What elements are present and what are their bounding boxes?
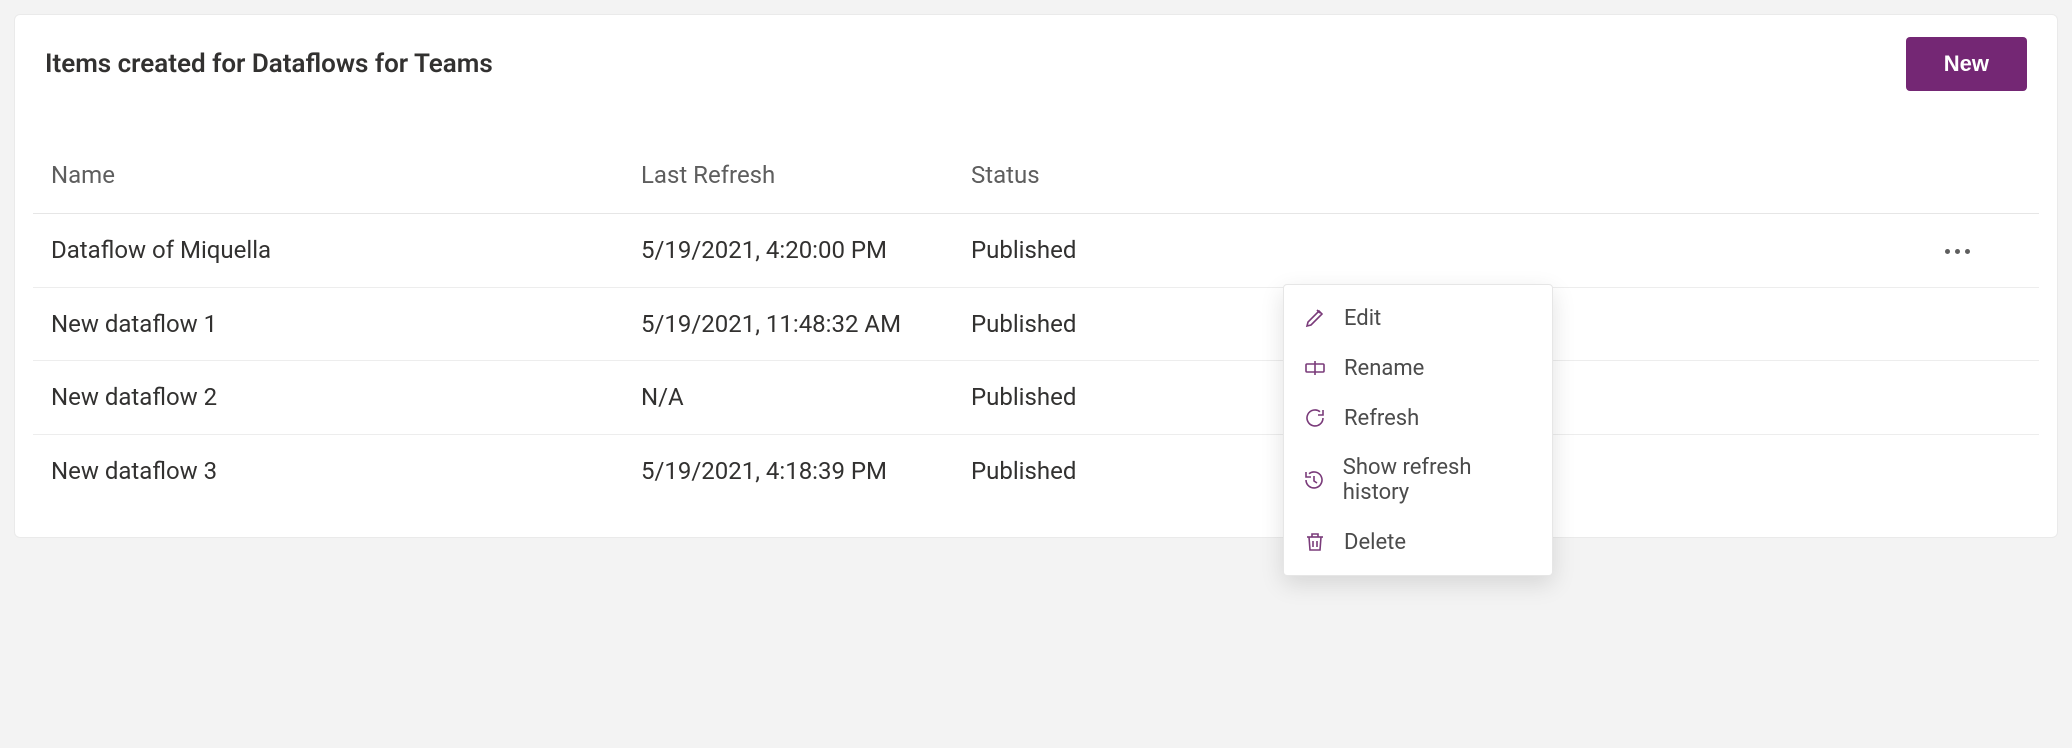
cell-status: Published	[953, 434, 1233, 507]
table-row[interactable]: Dataflow of Miquella5/19/2021, 4:20:00 P…	[33, 214, 2039, 288]
menu-item-label: Show refresh history	[1343, 455, 1534, 505]
card-header: Items created for Dataflows for Teams Ne…	[15, 15, 2057, 91]
cell-name: Dataflow of Miquella	[33, 214, 623, 288]
cell-last-refresh: 5/19/2021, 4:18:39 PM	[623, 434, 953, 507]
cell-last-refresh: N/A	[623, 361, 953, 435]
cell-last-refresh: 5/19/2021, 4:20:00 PM	[623, 214, 953, 288]
table-row[interactable]: New dataflow 15/19/2021, 11:48:32 AMPubl…	[33, 287, 2039, 361]
dataflows-table: Name Last Refresh Status Dataflow of Miq…	[33, 161, 2039, 507]
cell-status: Published	[953, 214, 1233, 288]
row-actions-button[interactable]	[1935, 308, 1979, 342]
table-row[interactable]: New dataflow 2N/APublished	[33, 361, 2039, 435]
cell-status: Published	[953, 287, 1233, 361]
cell-name: New dataflow 3	[33, 434, 623, 507]
edit-icon	[1302, 305, 1328, 331]
menu-item-delete[interactable]: Delete	[1284, 517, 1552, 567]
column-header-actions	[1233, 161, 2039, 214]
card-title: Items created for Dataflows for Teams	[45, 49, 493, 79]
row-context-menu: Edit Rename Refresh Show refresh history…	[1283, 284, 1553, 576]
history-icon	[1302, 467, 1327, 493]
new-button[interactable]: New	[1906, 37, 2027, 91]
cell-name: New dataflow 1	[33, 287, 623, 361]
dataflows-card: Items created for Dataflows for Teams Ne…	[14, 14, 2058, 538]
cell-name: New dataflow 2	[33, 361, 623, 435]
column-header-refresh[interactable]: Last Refresh	[623, 161, 953, 214]
cell-status: Published	[953, 361, 1233, 435]
menu-item-edit[interactable]: Edit	[1284, 293, 1552, 343]
row-actions-button[interactable]	[1935, 382, 1979, 416]
ellipsis-icon	[1945, 249, 1970, 254]
row-actions-button[interactable]	[1935, 455, 1979, 489]
table-row[interactable]: New dataflow 35/19/2021, 4:18:39 PMPubli…	[33, 434, 2039, 507]
refresh-icon	[1302, 405, 1328, 431]
menu-item-label: Edit	[1344, 306, 1381, 331]
row-actions-button[interactable]	[1935, 235, 1979, 269]
cell-actions	[1233, 214, 2039, 288]
menu-item-label: Refresh	[1344, 406, 1419, 431]
delete-icon	[1302, 529, 1328, 555]
column-header-status[interactable]: Status	[953, 161, 1233, 214]
cell-last-refresh: 5/19/2021, 11:48:32 AM	[623, 287, 953, 361]
table-header-row: Name Last Refresh Status	[33, 161, 2039, 214]
menu-item-label: Delete	[1344, 530, 1406, 555]
menu-item-refresh[interactable]: Refresh	[1284, 393, 1552, 443]
rename-icon	[1302, 355, 1328, 381]
column-header-name[interactable]: Name	[33, 161, 623, 214]
menu-item-rename[interactable]: Rename	[1284, 343, 1552, 393]
menu-item-show-refresh-history[interactable]: Show refresh history	[1284, 443, 1552, 517]
menu-item-label: Rename	[1344, 356, 1424, 381]
